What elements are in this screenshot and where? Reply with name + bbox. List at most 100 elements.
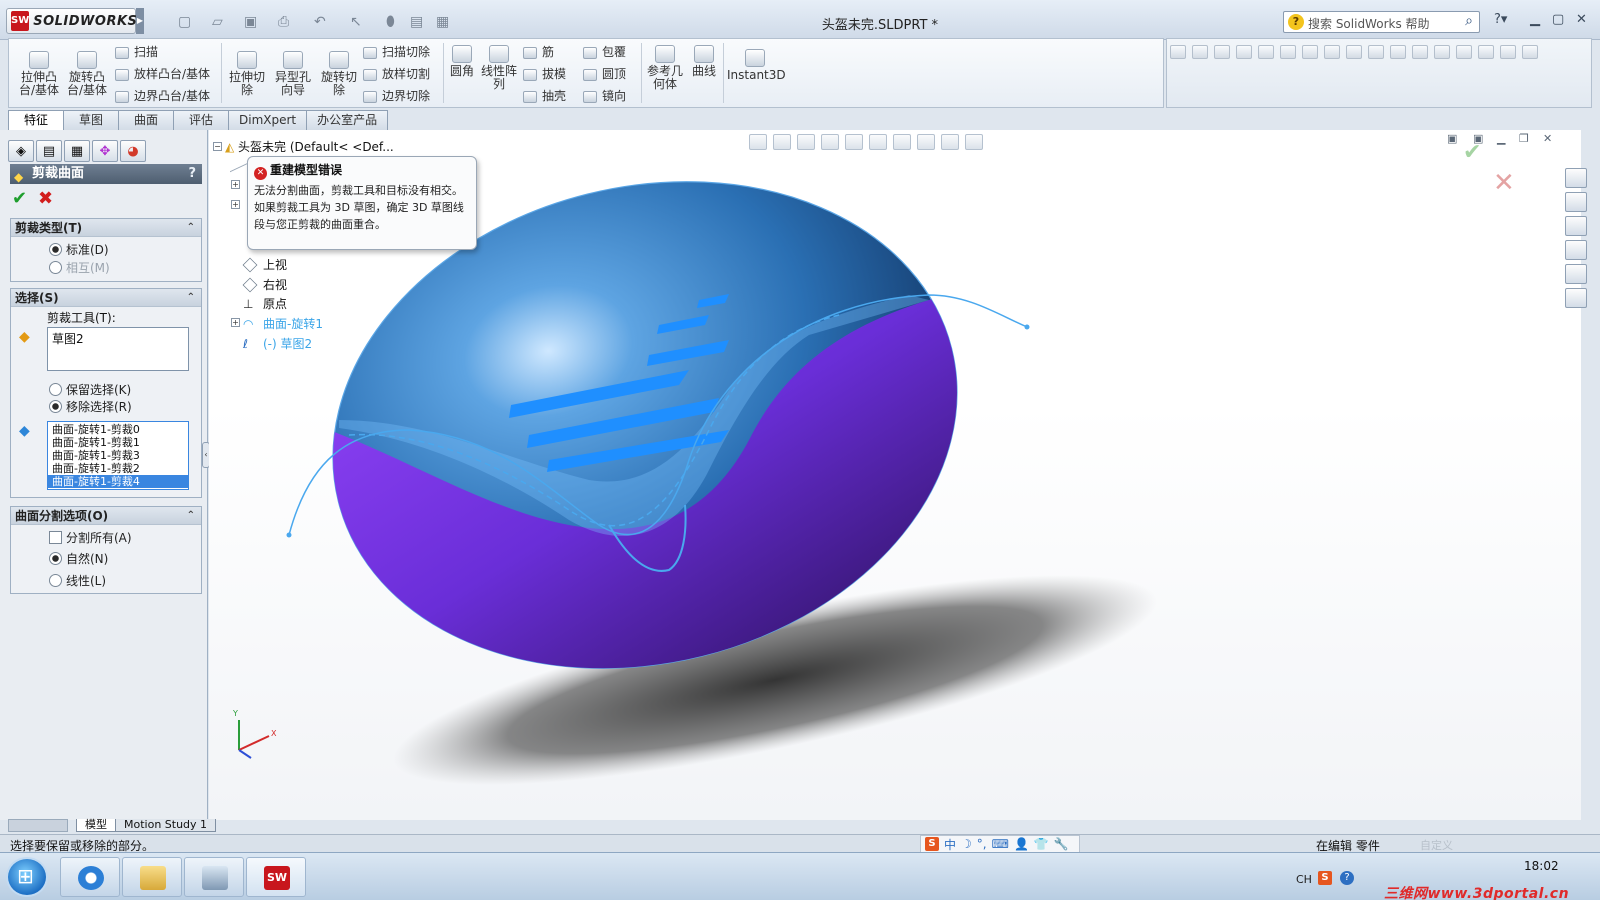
start-button[interactable]: [6, 857, 48, 897]
trim-type-header[interactable]: 剪裁类型(T) ⌃: [11, 219, 201, 237]
list-item[interactable]: 曲面-旋转1-剪裁1: [48, 436, 188, 449]
tab-motion-study[interactable]: Motion Study 1: [115, 819, 217, 832]
file-explorer-icon[interactable]: [1565, 216, 1587, 236]
previous-view-icon[interactable]: [797, 134, 815, 150]
tab-model[interactable]: 模型: [76, 819, 116, 832]
custom-properties-icon[interactable]: [1565, 288, 1587, 308]
reference-geometry-button[interactable]: 参考几 何体: [645, 45, 685, 91]
home-icon[interactable]: [1565, 168, 1587, 188]
viewport-split-icon[interactable]: ▣: [1447, 132, 1457, 145]
select-cursor-icon[interactable]: ↖: [350, 14, 362, 30]
collapse-chevron-icon[interactable]: ⌃: [187, 219, 195, 237]
tree-item-surface-revolve[interactable]: ◠ 曲面-旋转1: [243, 315, 323, 332]
collapse-chevron-icon[interactable]: ⌃: [187, 507, 195, 525]
tree-expand-icon[interactable]: +: [231, 200, 240, 209]
new-document-icon[interactable]: ▢: [178, 14, 191, 30]
radio-standard[interactable]: 标准(D): [49, 241, 109, 258]
list-item[interactable]: 曲面-旋转1-剪裁2: [48, 462, 188, 475]
viewport-minimize-icon[interactable]: ▁: [1497, 132, 1505, 145]
draft-button[interactable]: 拔模: [523, 65, 566, 82]
shell-button[interactable]: 抽壳: [523, 87, 566, 104]
trim-tool-field[interactable]: 草图2: [47, 327, 189, 371]
solidworks-logo[interactable]: SW SOLIDWORKS: [6, 8, 137, 34]
ime-chinese-mode[interactable]: 中: [944, 836, 956, 853]
tree-root[interactable]: ◭ 头盔未完 (Default< <Def...: [225, 138, 394, 155]
surface-tool-icon[interactable]: [1280, 45, 1296, 59]
tree-expand-icon[interactable]: +: [231, 180, 240, 189]
split-all-checkbox[interactable]: 分割所有(A): [49, 529, 132, 546]
language-indicator[interactable]: CH: [1296, 873, 1312, 886]
zoom-to-fit-icon[interactable]: [749, 134, 767, 150]
edit-appearance-icon[interactable]: [917, 134, 935, 150]
cancel-x-icon[interactable]: ✖: [38, 188, 53, 209]
view-palette-icon[interactable]: [1565, 240, 1587, 260]
taskbar-network-button[interactable]: [184, 857, 244, 897]
radio-natural[interactable]: 自然(N): [49, 550, 108, 567]
zoom-to-area-icon[interactable]: [773, 134, 791, 150]
skin-icon[interactable]: 👕: [1034, 837, 1049, 851]
tray-help-icon[interactable]: ?: [1340, 871, 1354, 885]
surface-tool-icon[interactable]: [1434, 45, 1450, 59]
apply-scene-icon[interactable]: [941, 134, 959, 150]
hole-wizard-button[interactable]: 异型孔 向导: [271, 51, 315, 97]
surface-tool-icon[interactable]: [1346, 45, 1362, 59]
design-library-icon[interactable]: [1565, 192, 1587, 212]
tab-evaluate[interactable]: 评估: [173, 110, 229, 130]
instant3d-button[interactable]: Instant3D: [727, 49, 786, 82]
radio-remove-selections[interactable]: 移除选择(R): [49, 398, 132, 415]
sweep-button[interactable]: 扫描: [115, 43, 158, 60]
search-icon[interactable]: ⌕: [1465, 13, 1473, 29]
surface-tool-icon[interactable]: [1456, 45, 1472, 59]
user-icon[interactable]: 👤: [1014, 837, 1029, 851]
help-search-input[interactable]: ? 搜索 SolidWorks 帮助 ⌕: [1283, 11, 1480, 33]
graphics-area[interactable]: Y X ▣ ▣ ▁ ❐ ✕ − ◭ 头盔未完 (Default< <Def...…: [209, 130, 1581, 820]
tree-item-right-plane[interactable]: 右视: [242, 276, 287, 293]
viewport-restore-icon[interactable]: ❐: [1519, 132, 1529, 145]
tab-sketch[interactable]: 草图: [63, 110, 119, 130]
display-manager-tab-icon[interactable]: ◕: [120, 140, 146, 162]
tab-office-products[interactable]: 办公室产品: [306, 110, 389, 130]
list-item-selected[interactable]: 曲面-旋转1-剪裁4: [48, 475, 188, 488]
fillet-button[interactable]: 圆角: [447, 45, 477, 78]
property-manager-tab-icon[interactable]: ▤: [36, 140, 62, 162]
tree-item-top-plane[interactable]: 上视: [242, 256, 287, 273]
radio-mutual[interactable]: 相互(M): [49, 259, 110, 276]
surface-tool-icon[interactable]: [1368, 45, 1384, 59]
boundary-cut-button[interactable]: 边界切除: [363, 87, 430, 104]
radio-keep-selections[interactable]: 保留选择(K): [49, 381, 131, 398]
tree-expand-icon[interactable]: +: [231, 318, 240, 327]
boundary-boss-button[interactable]: 边界凸台/基体: [115, 87, 210, 104]
surface-tool-icon[interactable]: [1192, 45, 1208, 59]
surface-tool-icon[interactable]: [1236, 45, 1252, 59]
extruded-boss-button[interactable]: 拉伸凸 台/基体: [17, 51, 61, 97]
list-item[interactable]: 曲面-旋转1-剪裁3: [48, 449, 188, 462]
wrench-icon[interactable]: 🔧: [1054, 837, 1069, 851]
tab-scroll-arrows[interactable]: [8, 819, 68, 832]
options-icon[interactable]: ▦: [436, 14, 449, 30]
keyboard-icon[interactable]: ⌨: [992, 837, 1009, 851]
close-button[interactable]: ✕: [1576, 12, 1587, 27]
surface-tool-icon[interactable]: [1412, 45, 1428, 59]
open-document-icon[interactable]: ▱: [212, 14, 223, 30]
revolved-boss-button[interactable]: 旋转凸 台/基体: [65, 51, 109, 97]
surface-tool-icon[interactable]: [1500, 45, 1516, 59]
display-style-icon[interactable]: [869, 134, 887, 150]
appearances-icon[interactable]: [1565, 264, 1587, 284]
surface-tool-icon[interactable]: [1302, 45, 1318, 59]
section-view-icon[interactable]: [821, 134, 839, 150]
tree-item-origin[interactable]: ⊥ 原点: [243, 295, 287, 312]
surface-tool-icon[interactable]: [1478, 45, 1494, 59]
units-status[interactable]: 自定义: [1420, 837, 1453, 853]
tab-surfaces[interactable]: 曲面: [118, 110, 174, 130]
hide-show-items-icon[interactable]: [893, 134, 911, 150]
surface-tool-icon[interactable]: [1214, 45, 1230, 59]
surface-tool-icon[interactable]: [1324, 45, 1340, 59]
dome-button[interactable]: 圆顶: [583, 65, 626, 82]
moon-icon[interactable]: ☽: [961, 837, 972, 851]
selections-header[interactable]: 选择(S) ⌃: [11, 289, 201, 307]
maximize-button[interactable]: ▢: [1552, 12, 1564, 27]
view-orientation-icon[interactable]: [845, 134, 863, 150]
tray-ime-icon[interactable]: S: [1318, 871, 1332, 885]
surface-tool-icon[interactable]: [1258, 45, 1274, 59]
tab-features[interactable]: 特征: [8, 110, 64, 130]
